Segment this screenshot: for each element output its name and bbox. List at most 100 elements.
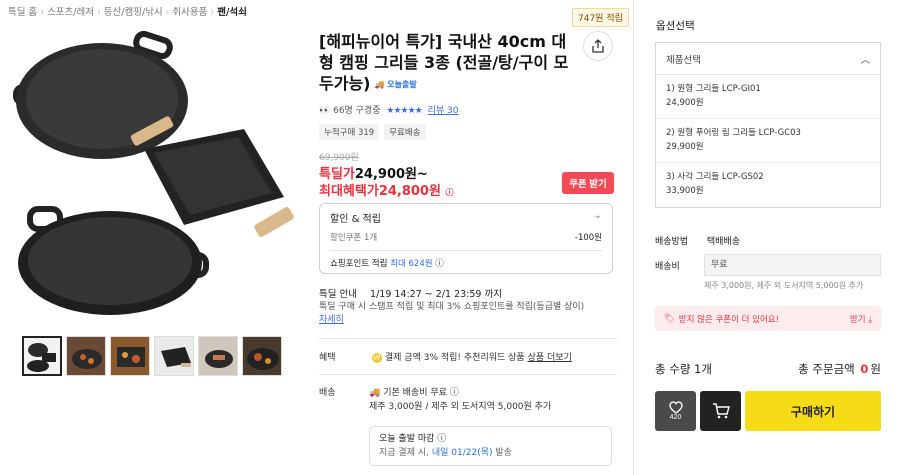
- today-delivery-label: 오늘출발: [387, 80, 417, 89]
- truck-icon: 🚚: [369, 388, 381, 398]
- option-price: 33,900원: [666, 186, 704, 196]
- thumbnail-6[interactable]: [242, 336, 282, 376]
- info-icon[interactable]: ⓘ: [437, 434, 446, 444]
- star-rating-icon: ★★★★★: [386, 106, 422, 116]
- benefit-text: 결제 금액 3% 적립! 추천리워드 상품: [384, 353, 525, 363]
- eyes-icon: 👀: [319, 106, 331, 116]
- product-title-text: [해피뉴이어 특가] 국내산 40cm 대형 캠핑 그리들 3종 (전골/탕/구…: [319, 32, 569, 93]
- rating-row: 👀 66명 구경중 ★★★★★ 리뷰 30: [319, 103, 459, 116]
- wishlist-count: 420: [669, 414, 682, 421]
- tag-free-shipping: 무료배송: [384, 124, 426, 140]
- coupon-banner-text: 받지 않은 쿠폰이 더 있어요!: [678, 314, 780, 325]
- coupon-icon: 🏷: [664, 313, 675, 324]
- chevron-down-icon: ⌄: [593, 210, 602, 221]
- benefit-more-link[interactable]: 상품 더보기: [528, 353, 572, 363]
- review-link[interactable]: 리뷰 30: [428, 106, 459, 116]
- option-price: 24,900원: [666, 98, 704, 108]
- info-icon[interactable]: ⓘ: [450, 388, 459, 398]
- deal-period-desc: 특딜 구매 시 스탬프 적립 및 최대 3% 쇼핑포인트를 적립(등급별 상이): [319, 302, 585, 312]
- thumbnail-1[interactable]: [22, 336, 62, 376]
- benefit-label: 혜택: [319, 353, 336, 363]
- chevron-up-icon: ︿: [860, 54, 870, 66]
- shipping-line2: 제주 3,000원 / 제주 외 도서지역 5,000원 추가: [369, 402, 552, 412]
- cart-icon: [712, 403, 730, 419]
- deal-period-label: 특딜 안내: [319, 289, 357, 300]
- discount-header[interactable]: 할인 & 적립 ⌄: [330, 210, 602, 225]
- ship-method-value: 택배배송: [706, 237, 740, 247]
- discount-coupon-label: 할인쿠폰 1개: [330, 233, 378, 243]
- today-delivery-tag: 🚚 오늘출발: [374, 80, 417, 89]
- shopping-point-label: 쇼핑포인트 적립: [330, 259, 388, 269]
- breadcrumb-cookware[interactable]: 취사용품: [172, 7, 207, 18]
- option-name: 3) 사각 그리들 LCP-GS02: [666, 172, 764, 182]
- ship-fee-note: 제주 3,000원, 제주 외 도서지역 5,000원 추가: [704, 281, 864, 290]
- option-dropdown-header[interactable]: 제품선택 ︿: [656, 43, 880, 75]
- breadcrumb-home[interactable]: 특딜 홈: [8, 7, 37, 18]
- thumbnail-3[interactable]: [110, 336, 150, 376]
- depart-suffix: 발송: [495, 448, 512, 458]
- shipping-line1: 기본 배송비 무료: [383, 388, 447, 398]
- breadcrumb: 특딜 홈 › 스포츠/레저 › 등산/캠핑/낚시 › 취사용품 › 팬/석쇠: [8, 7, 247, 18]
- option-item[interactable]: 3) 사각 그리들 LCP-GS02 33,900원: [656, 163, 880, 207]
- discount-header-label: 할인 & 적립: [330, 214, 381, 225]
- coupon-banner-get[interactable]: 받기 ⤓: [850, 313, 872, 325]
- thumbnail-5[interactable]: [198, 336, 238, 376]
- viewers-count: 66명 구경중: [333, 106, 381, 116]
- total-quantity: 총 수량 1개: [655, 362, 712, 376]
- won-coin-icon: W: [371, 352, 382, 363]
- deal-period-detail-link[interactable]: 자세히: [319, 315, 344, 325]
- cart-button[interactable]: [700, 391, 741, 431]
- share-icon: [592, 39, 604, 53]
- deal-period-range: 1/19 14:27 ~ 2/1 23:59 까지: [370, 289, 502, 300]
- coupon-banner-get-label: 받기: [849, 314, 866, 325]
- points-badge: 747원 적립: [572, 8, 629, 27]
- divider: [319, 374, 617, 375]
- breadcrumb-current: 팬/석쇠: [217, 7, 247, 18]
- benefit-row: 혜택 W 결제 금액 3% 적립! 추천리워드 상품 상품 더보기: [319, 350, 572, 363]
- tag-cumulative-purchase: 누적구매 319: [319, 124, 380, 140]
- option-dropdown: 제품선택 ︿ 1) 원형 그리들 LCP-GI01 24,900원 2) 원형 …: [655, 42, 881, 208]
- product-tags: 누적구매 319 무료배송: [319, 124, 426, 140]
- discount-coupon-amount: -100원: [574, 233, 602, 243]
- total-row: 총 수량 1개 총 주문금액 0원: [655, 361, 881, 377]
- coupon-receive-button[interactable]: 쿠폰 받기: [562, 172, 614, 194]
- discount-box: 할인 & 적립 ⌄ 할인쿠폰 1개 -100원 쇼핑포인트 적립 최대 624원…: [319, 203, 613, 274]
- option-price: 29,900원: [666, 142, 704, 152]
- ship-method-label: 배송방법: [655, 237, 689, 247]
- ship-fee-label: 배송비: [655, 262, 680, 272]
- original-price: 69,900원: [319, 153, 359, 163]
- buy-now-button[interactable]: 구매하기: [745, 391, 881, 431]
- discount-coupon-line: 할인쿠폰 1개 -100원: [330, 231, 602, 243]
- product-main-image[interactable]: [6, 29, 298, 321]
- option-item[interactable]: 2) 원형 푸어링 림 그리들 LCP-GC03 29,900원: [656, 119, 880, 163]
- thumbnail-4[interactable]: [154, 336, 194, 376]
- option-item[interactable]: 1) 원형 그리들 LCP-GI01 24,900원: [656, 75, 880, 119]
- option-name: 2) 원형 푸어링 림 그리들 LCP-GC03: [666, 128, 801, 138]
- breadcrumb-sports[interactable]: 스포츠/레저: [47, 7, 94, 18]
- thumbnail-strip: [22, 336, 282, 376]
- info-icon[interactable]: ⓘ: [435, 259, 444, 269]
- option-name: 1) 원형 그리들 LCP-GI01: [666, 84, 761, 94]
- ship-fee-field: 무료: [704, 254, 881, 276]
- depart-prefix: 지금 결제 시,: [379, 448, 429, 458]
- wishlist-button[interactable]: 420: [655, 391, 696, 431]
- share-button[interactable]: [583, 31, 613, 61]
- download-icon: ⤓: [868, 314, 872, 325]
- max-benefit-value: 24,800원: [378, 184, 441, 199]
- thumbnail-2[interactable]: [66, 336, 106, 376]
- info-icon[interactable]: ⓘ: [445, 188, 453, 197]
- shopping-point-line: 쇼핑포인트 적립 최대 624원 ⓘ: [330, 257, 602, 269]
- depart-title: 오늘 출발 마감: [379, 434, 435, 444]
- total-amount-label: 총 주문금액: [798, 362, 855, 376]
- breadcrumb-camping[interactable]: 등산/캠핑/낚시: [104, 7, 163, 18]
- heart-icon: [668, 401, 683, 414]
- max-benefit-price: 최대혜택가24,800원 ⓘ: [319, 180, 453, 199]
- deal-period: 특딜 안내 1/19 14:27 ~ 2/1 23:59 까지 특딜 구매 시 …: [319, 288, 617, 327]
- purchase-panel: 옵션선택 제품선택 ︿ 1) 원형 그리들 LCP-GI01 24,900원 2…: [633, 0, 900, 475]
- shipping-label: 배송: [319, 388, 336, 398]
- product-title: [해피뉴이어 특가] 국내산 40cm 대형 캠핑 그리들 3종 (전골/탕/구…: [319, 31, 569, 95]
- griddle-illustration: [13, 30, 294, 315]
- coupon-banner[interactable]: 🏷 받지 않은 쿠폰이 더 있어요! 받기 ⤓: [655, 306, 881, 331]
- option-select-title: 옵션선택: [656, 20, 695, 32]
- shopping-point-value: 최대 624원: [390, 259, 433, 269]
